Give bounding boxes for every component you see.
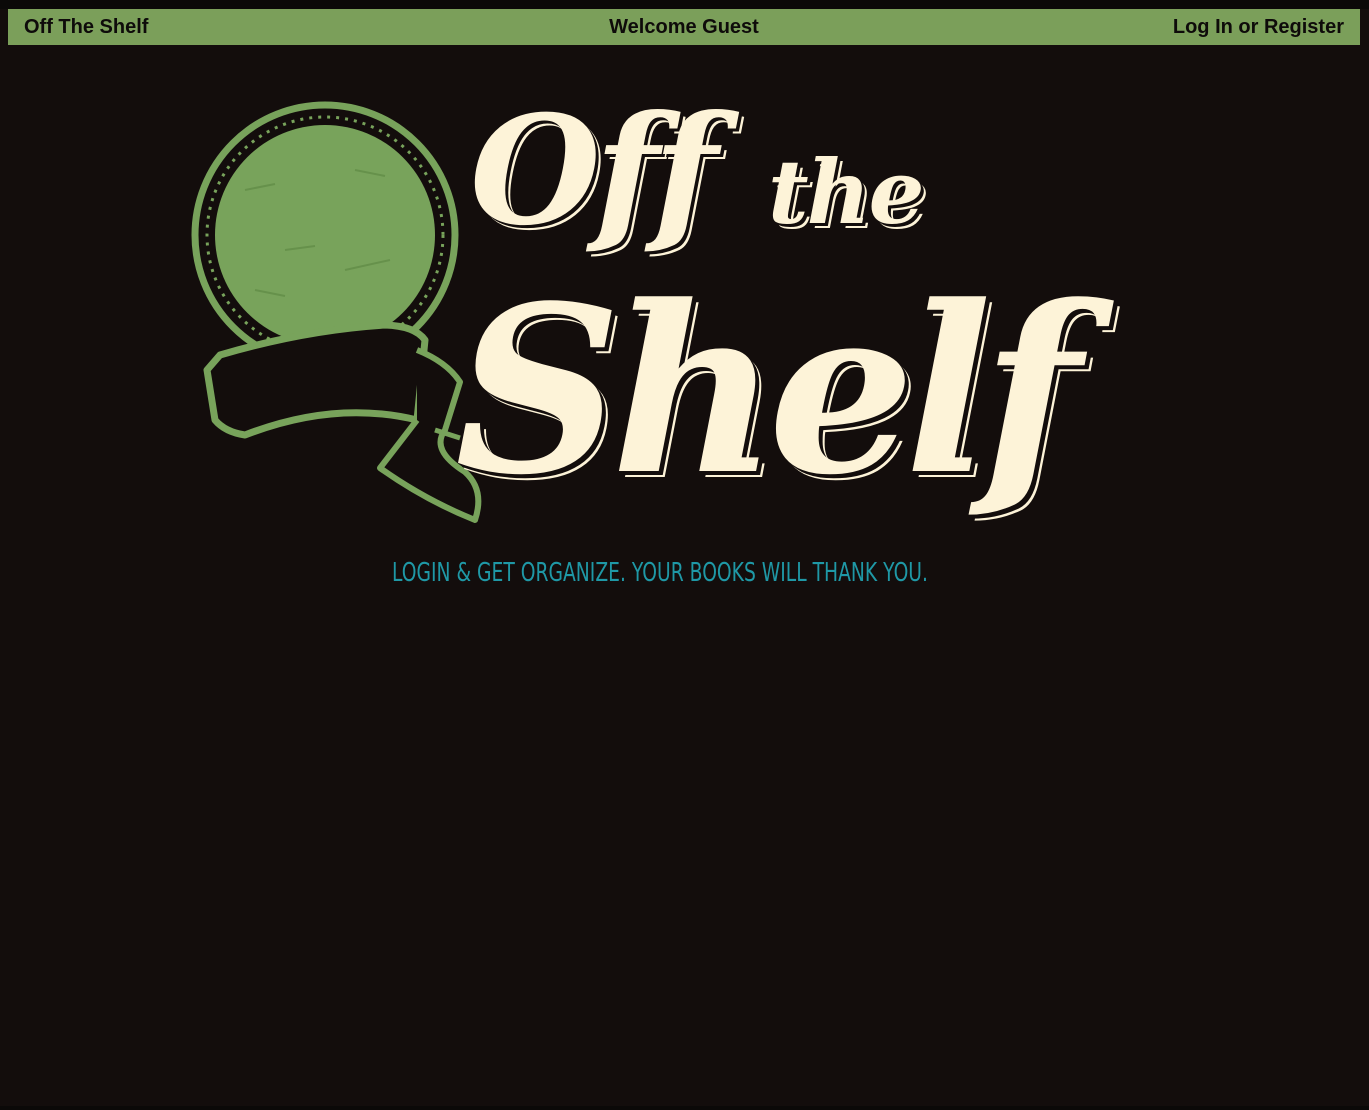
brand-link[interactable]: Off The Shelf [24,16,148,39]
window-top-edge [0,0,1369,9]
logo-word-off: Off [470,83,718,259]
window-bottom-edge [0,1106,1369,1110]
logo-tagline: LOGIN & GET ORGANIZE. YOUR BOOKS WILL TH… [392,558,928,588]
logo-word-the: the [767,140,925,244]
logo-title-off-the: Off the [470,96,925,246]
top-navbar: Off The Shelf Welcome Guest Log In or Re… [8,9,1360,45]
login-register-link[interactable]: Log In or Register [1173,16,1344,39]
welcome-text: Welcome Guest [609,15,759,38]
logo-title-shelf: Shelf [455,256,1081,526]
